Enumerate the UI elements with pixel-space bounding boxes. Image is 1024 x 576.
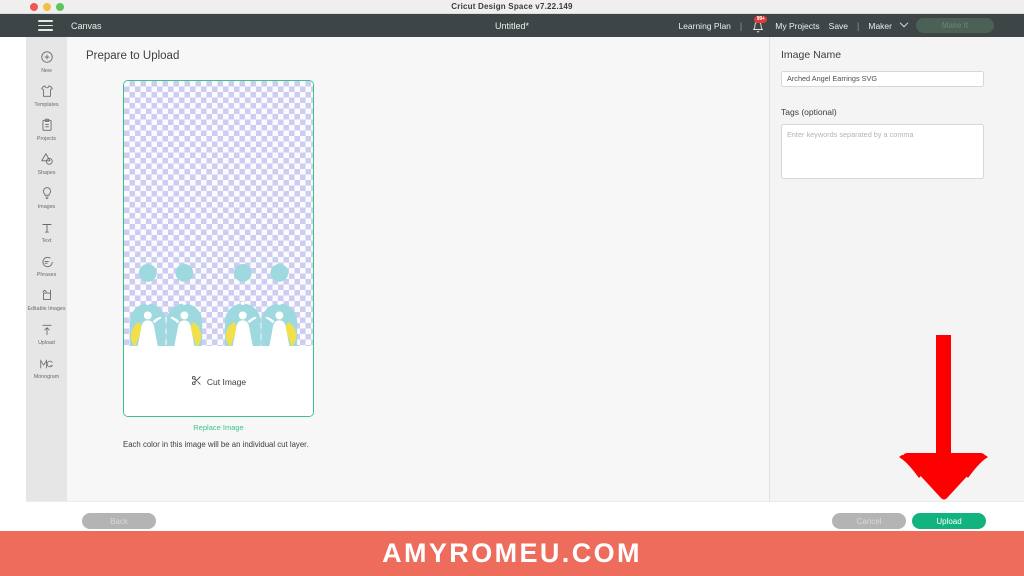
sidebar-label-text: Text [41,238,52,245]
sidebar-label-projects: Projects [36,135,57,142]
sidebar-label-upload: Upload [38,340,55,347]
image-name-input[interactable] [781,70,984,87]
sidebar-label-monogram: Monogram [33,374,60,381]
image-name-label: Image Name [781,49,842,61]
watermark-banner: AMYROMEU.COM [0,531,1024,576]
sidebar-label-images: Images [37,203,56,210]
sidebar-item-images[interactable]: Images [26,180,67,214]
save-button[interactable]: Save [829,21,848,31]
sidebar-label-templates: Templates [34,101,59,108]
make-it-button[interactable]: Make It [916,18,994,33]
canvas-label[interactable]: Canvas [71,21,102,31]
back-button[interactable]: Back [82,513,156,529]
sidebar-item-text[interactable]: Text [26,215,67,249]
sidebar-item-templates[interactable]: Templates [26,78,67,112]
shapes-icon [40,151,54,167]
scissors-icon [191,373,202,391]
cut-image-label: Cut Image [206,376,247,387]
text-t-icon [40,220,54,236]
hamburger-menu-icon[interactable] [38,20,53,31]
window-titlebar: Cricut Design Space v7.22.149 [0,0,1024,14]
tags-input[interactable] [781,123,984,179]
sidebar-item-phrases[interactable]: Phrases [26,249,67,283]
replace-image-link[interactable]: Replace Image [123,423,314,432]
speech-bubble-icon [40,254,54,270]
chevron-down-icon[interactable] [899,18,909,27]
left-sidebar: New Templates Projects Shapes Images Tex… [26,37,67,539]
page-title: Prepare to Upload [86,50,180,62]
arched-angel-earrings-artwork [129,263,298,348]
window-title: Cricut Design Space v7.22.149 [451,2,573,11]
sidebar-item-monogram[interactable]: Monogram [26,351,67,385]
lightbulb-icon [40,185,54,201]
upload-arrow-icon [40,322,54,338]
tags-label: Tags (optional) [781,106,837,117]
sidebar-item-shapes[interactable]: Shapes [26,146,67,180]
app-root: Cricut Design Space v7.22.149 Canvas Unt… [0,0,1024,576]
sidebar-label-new: New [41,67,52,74]
notification-bell-icon[interactable]: 99+ [751,16,768,34]
sidebar-label-phrases: Phrases [36,272,57,279]
watermark-text: AMYROMEU.COM [382,538,642,568]
uploaded-image-preview [124,81,313,348]
sidebar-label-editable-images: Editable Images [27,306,66,313]
cancel-button[interactable]: Cancel [832,513,906,529]
machine-selector-label[interactable]: Maker [868,21,892,31]
notification-count-badge: 99+ [754,16,768,23]
editable-images-icon [40,288,54,304]
image-properties-panel: Image Name Tags (optional) [770,37,1024,501]
header-actions: Learning Plan | 99+ My Projects Save | M… [678,16,994,34]
clipboard-icon [40,117,54,133]
app-header: Canvas Untitled* Learning Plan | 99+ My … [0,14,1024,37]
my-projects-link[interactable]: My Projects [775,21,819,31]
cut-layer-note: Each color in this image will be an indi… [123,440,309,449]
header-separator-1: | [739,20,743,31]
monogram-icon [39,356,54,372]
tshirt-icon [40,83,54,99]
header-separator-2: | [857,20,860,31]
sidebar-item-new[interactable]: New [26,44,67,78]
image-preview-card[interactable]: Cut Image [123,80,314,417]
main-workspace: Prepare to Upload Cut Image Replace Imag… [67,37,770,501]
sidebar-item-projects[interactable]: Projects [26,112,67,146]
sidebar-item-upload[interactable]: Upload [26,317,67,351]
sidebar-label-shapes: Shapes [37,169,56,176]
sidebar-item-editable-images[interactable]: Editable Images [26,283,67,317]
cut-image-button[interactable]: Cut Image [124,346,313,416]
learning-plan-link[interactable]: Learning Plan [678,21,730,31]
plus-circle-icon [40,49,54,65]
upload-button[interactable]: Upload [912,513,986,529]
